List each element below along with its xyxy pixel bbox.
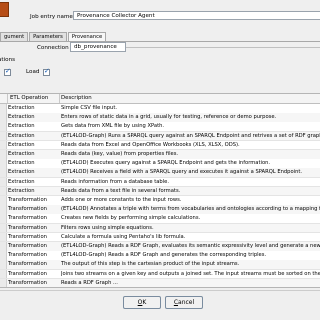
etl-operation-cell[interactable]: Transformation: [8, 205, 56, 214]
row-handle[interactable]: [0, 140, 7, 150]
job-entry-dialog: Job entry name: Provenance Collector Age…: [0, 0, 320, 320]
description-cell[interactable]: Reads a RDF Graph ...: [61, 279, 320, 287]
description-cell[interactable]: (ETL4LOD) Annotates a triple with terms …: [61, 205, 320, 214]
etl-operation-cell[interactable]: Transformation: [8, 233, 56, 242]
check-mark-icon: ✓: [44, 67, 50, 75]
etl-operation-cell[interactable]: Transformation: [8, 270, 56, 279]
etl-operation-cell[interactable]: Transformation: [8, 224, 56, 233]
etl-operations-table: ETL Operation Description Extraction Simp…: [0, 93, 320, 288]
description-cell[interactable]: Joins two streams on a given key and out…: [61, 270, 320, 279]
row-handle[interactable]: [0, 232, 7, 242]
description-cell[interactable]: Reads data from Excel and OpenOffice Wor…: [61, 141, 320, 150]
description-cell[interactable]: Gets data from XML file by using XPath.: [61, 122, 320, 131]
description-cell[interactable]: (ETL4LOD) Receives a field with a SPARQL…: [61, 168, 320, 177]
description-cell[interactable]: Simple CSV file input.: [61, 104, 320, 113]
connection-label: Connection: [37, 45, 69, 51]
etl-operation-cell[interactable]: Extraction: [8, 132, 56, 141]
row-handle[interactable]: [0, 168, 7, 178]
row-handle[interactable]: [0, 251, 7, 260]
etl-operation-cell[interactable]: Transformation: [8, 242, 56, 251]
job-entry-name-label: Job entry name:: [30, 14, 75, 20]
operations-group-label: ations: [0, 57, 16, 63]
description-cell[interactable]: Adds one or more constants to the input …: [61, 196, 320, 205]
etl-operation-cell[interactable]: Extraction: [8, 178, 56, 187]
etl-operation-cell[interactable]: Transformation: [8, 251, 56, 260]
description-cell[interactable]: Calculate a formula using Pentaho's lib …: [61, 233, 320, 242]
etl-operation-cell[interactable]: Extraction: [8, 159, 56, 168]
row-handle[interactable]: [0, 159, 7, 168]
etl-operation-cell[interactable]: Extraction: [8, 187, 56, 196]
row-handle[interactable]: [0, 150, 7, 159]
etl-operation-cell[interactable]: Extraction: [8, 150, 56, 159]
description-cell[interactable]: (ETL4LOD-Graph) Reads a RDF Graph and ge…: [61, 251, 320, 260]
row-handle[interactable]: [0, 196, 7, 205]
tab-parameters[interactable]: Parameters: [29, 32, 67, 41]
tab-bar: gument Parameters Provenance: [0, 32, 107, 42]
check-mark-icon: ✓: [5, 67, 11, 75]
connection-select[interactable]: db_provenance: [70, 42, 126, 52]
row-handle[interactable]: [0, 104, 7, 113]
etl-operation-cell[interactable]: Extraction: [8, 168, 56, 177]
job-entry-icon: [0, 2, 9, 17]
row-handle[interactable]: [0, 269, 7, 279]
etl-operation-cell[interactable]: Transformation: [8, 260, 56, 269]
operation-checkbox[interactable]: ✓: [4, 67, 11, 76]
job-entry-name-input[interactable]: Provenance Collector Agent: [73, 11, 320, 20]
etl-operation-cell[interactable]: Extraction: [8, 113, 56, 122]
description-cell[interactable]: (ETL4LOD-Graph) Reads a RDF Graph, evalu…: [61, 242, 320, 251]
row-handle[interactable]: [0, 223, 7, 233]
description-cell[interactable]: Enters rows of static data in a grid, us…: [61, 113, 320, 122]
etl-operation-cell[interactable]: Transformation: [8, 279, 56, 287]
description-cell[interactable]: (ETL4LOD) Executes query against a SPARQ…: [61, 159, 320, 168]
row-handle[interactable]: [0, 122, 7, 132]
description-cell[interactable]: (ETL4LOD-Graph) Runs a SPARQL query agai…: [61, 132, 320, 141]
etl-operation-cell[interactable]: Extraction: [8, 141, 56, 150]
load-checkbox[interactable]: ✓: [43, 67, 50, 76]
row-handle[interactable]: [0, 205, 7, 214]
row-handle[interactable]: [0, 131, 7, 141]
column-header-description[interactable]: Description: [59, 94, 92, 103]
etl-operation-cell[interactable]: Transformation: [8, 196, 56, 205]
etl-operation-cell[interactable]: Extraction: [8, 104, 56, 113]
ok-label: K: [142, 299, 147, 306]
load-label: Load: [26, 69, 40, 75]
row-handle[interactable]: [0, 214, 7, 224]
row-handle[interactable]: [0, 113, 7, 122]
etl-operation-cell[interactable]: Extraction: [8, 122, 56, 131]
description-cell[interactable]: Filters rows using simple equations.: [61, 224, 320, 233]
connection-separator: [126, 47, 320, 48]
row-handle[interactable]: [0, 177, 7, 187]
description-cell[interactable]: Reads data (key, value) from properties …: [61, 150, 320, 159]
description-cell[interactable]: Reads information from a database table.: [61, 178, 320, 187]
ok-button[interactable]: OK: [123, 296, 161, 309]
column-header-etl-operation[interactable]: ETL Operation: [8, 94, 48, 103]
button-separator: [0, 290, 320, 291]
table-row[interactable]: Transformation Reads a RDF Graph ...: [0, 278, 320, 287]
row-handle[interactable]: [0, 242, 7, 251]
row-handle[interactable]: [0, 278, 7, 287]
cancel-label: ancel: [178, 299, 195, 306]
cancel-button[interactable]: Cancel: [165, 296, 203, 309]
row-handle[interactable]: [0, 260, 7, 270]
etl-operation-cell[interactable]: Transformation: [8, 214, 56, 223]
row-handle[interactable]: [0, 186, 7, 196]
description-cell[interactable]: The output of this step is the cartesian…: [61, 260, 320, 269]
tab-arguments[interactable]: gument: [0, 32, 29, 41]
tab-divider: [0, 41, 320, 42]
description-cell[interactable]: Reads data from a text file in several f…: [61, 187, 320, 196]
table-header: ETL Operation Description: [0, 94, 320, 104]
description-cell[interactable]: Creates new fields by performing simple …: [61, 214, 320, 223]
